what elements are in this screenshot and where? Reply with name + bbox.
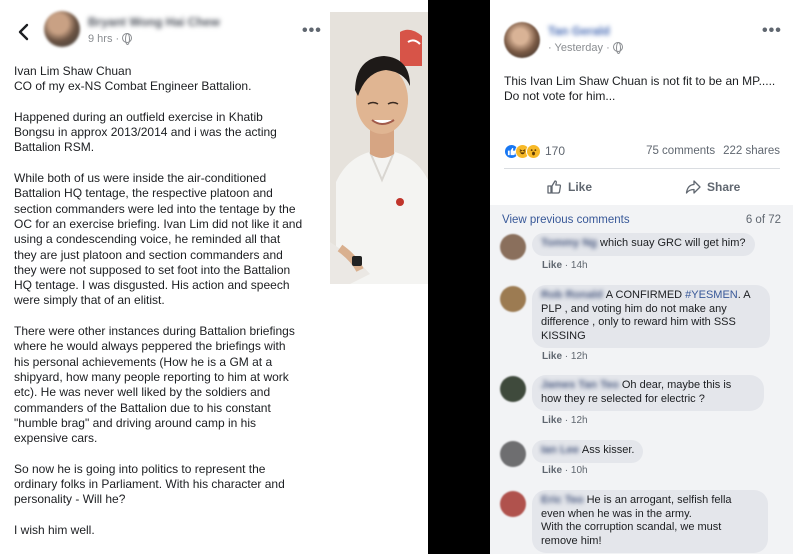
post-paragraph: So now he is going into politics to repr… [14, 461, 285, 507]
comment-text: A CONFIRMED [605, 289, 686, 301]
comment-text: which suay GRC will get him? [600, 237, 746, 249]
comment-page-count: 6 of 72 [745, 214, 781, 226]
black-divider [428, 0, 490, 554]
post-body: Ivan Lim Shaw Chuan CO of my ex-NS Comba… [14, 64, 330, 554]
more-options-button[interactable]: ••• [762, 22, 782, 40]
comment-bubble: Rob Ronald A CONFIRMED #YESMEN. A PLP , a… [532, 285, 770, 348]
comment-like-button[interactable]: Like [542, 415, 562, 426]
globe-icon [612, 42, 623, 54]
comment-like-button[interactable]: Like [542, 260, 562, 271]
commenter-avatar[interactable] [500, 376, 526, 402]
comment-text: Ass kisser. [581, 444, 635, 456]
comment-meta: Like · 12h [542, 351, 588, 362]
back-arrow-icon[interactable] [14, 22, 34, 42]
comment-like-button[interactable]: Like [542, 351, 562, 362]
author-avatar[interactable] [504, 22, 540, 58]
comment-bubble: Ian Lee Ass kisser. [532, 440, 644, 463]
commenter-avatar[interactable] [500, 491, 526, 517]
comment-meta: Like · 14h [542, 260, 588, 271]
commenter-name[interactable]: James Tan Teo [541, 379, 619, 393]
comment-time: · 12h [562, 415, 588, 426]
globe-icon [122, 33, 133, 45]
post-paragraph: I wish him well. [14, 522, 95, 537]
right-post-panel: Tan Gerald · Yesterday · ••• This Ivan L… [490, 0, 793, 554]
comment-time: · 10h [562, 465, 588, 476]
reaction-count: 170 [545, 144, 566, 158]
post-text: This Ivan Lim Shaw Chuan is not fit to b… [504, 74, 776, 103]
post-timestamp: · Yesterday · [548, 42, 623, 54]
commenter-avatar[interactable] [500, 441, 526, 467]
share-label: Share [707, 180, 741, 194]
left-post-panel: Bryant Wong Hai Chew 9 hrs · ••• Ivan Li… [0, 0, 333, 554]
post-timestamp: 9 hrs · [88, 33, 133, 45]
post-time-text: · Yesterday · [548, 42, 613, 54]
author-name[interactable]: Bryant Wong Hai Chew [88, 15, 220, 29]
portrait-photo [330, 12, 428, 284]
post-paragraph: Ivan Lim Shaw Chuan CO of my ex-NS Comba… [14, 64, 252, 94]
commenter-name[interactable]: Ian Lee [541, 444, 579, 458]
post-paragraph: There were other instances during Battal… [14, 324, 295, 446]
view-previous-comments-link[interactable]: View previous comments [502, 214, 630, 226]
comment-bubble: Tommy Ng which suay GRC will get him? [532, 233, 755, 256]
like-label: Like [568, 180, 593, 194]
post-paragraph: While both of us were inside the air-con… [14, 171, 303, 308]
comments-count[interactable]: 75 comments [646, 145, 715, 157]
divider-line [504, 168, 780, 169]
share-button[interactable]: Share [685, 178, 740, 196]
comment-meta: Like · 10h [542, 465, 588, 476]
engagement-counts: 75 comments 222 shares [646, 145, 780, 157]
reactions-summary[interactable]: 170 [504, 142, 565, 160]
like-button[interactable]: Like [546, 178, 592, 196]
share-arrow-icon [685, 180, 701, 194]
post-paragraph: Happened during an outfield exercise in … [14, 109, 277, 155]
comment-bubble: Eric Teo He is an arrogant, selfish fella… [532, 490, 768, 553]
comment-like-button[interactable]: Like [542, 465, 562, 476]
commenter-avatar[interactable] [500, 234, 526, 260]
commenter-avatar[interactable] [500, 286, 526, 312]
shares-count[interactable]: 222 shares [723, 145, 780, 157]
author-avatar[interactable] [44, 11, 80, 47]
hashtag-link[interactable]: #YESMEN [685, 289, 738, 301]
commenter-name[interactable]: Rob Ronald [541, 289, 603, 303]
wow-reaction-icon [526, 143, 541, 159]
thumbs-up-icon [547, 180, 562, 194]
commenter-name[interactable]: Eric Teo [541, 494, 584, 508]
comment-bubble: James Tan Teo Oh dear, maybe this is how … [532, 375, 764, 411]
comment-meta: Like · 12h [542, 415, 588, 426]
comment-time: · 12h [562, 351, 588, 362]
post-time-text: 9 hrs · [88, 33, 123, 45]
author-name[interactable]: Tan Gerald [548, 24, 610, 38]
more-options-button[interactable]: ••• [302, 22, 322, 40]
commenter-name[interactable]: Tommy Ng [541, 237, 597, 251]
comment-time: · 14h [562, 260, 588, 271]
